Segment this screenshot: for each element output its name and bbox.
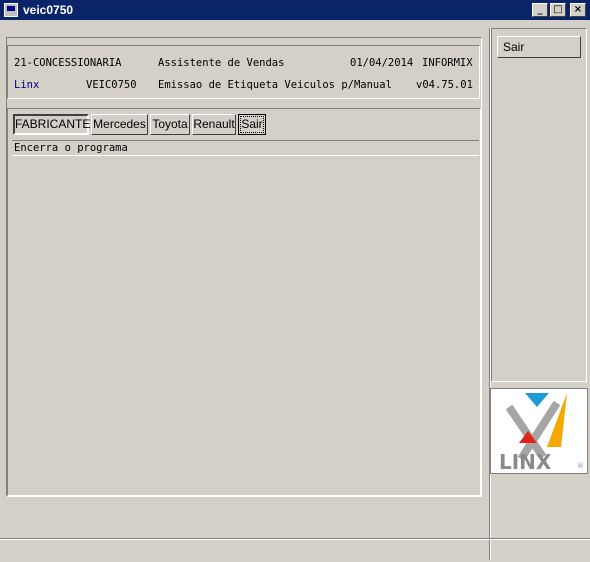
menu-mercedes[interactable]: Mercedes	[91, 114, 148, 135]
program-description: Emissao de Etiqueta Veiculos p/Manual	[158, 79, 392, 91]
menu-sair[interactable]: Sair	[238, 114, 266, 135]
menu-fabricante[interactable]: FABRICANTE	[13, 114, 90, 135]
current-date: 01/04/2014	[350, 57, 414, 69]
program-code: VEIC0750	[86, 79, 137, 91]
maximize-button[interactable]: □	[550, 3, 566, 17]
linx-logo-text: LINX	[499, 450, 552, 473]
linx-logo-graphic: LINX ®	[499, 393, 584, 474]
menu-toyota[interactable]: Toyota	[150, 114, 190, 135]
database-name: INFORMIX	[422, 57, 473, 69]
content-panel	[7, 108, 481, 496]
registered-mark: ®	[577, 462, 584, 470]
menu-renault[interactable]: Renault	[192, 114, 236, 135]
window-caption-buttons: _ □ ×	[532, 3, 586, 17]
help-status-line: Encerra o programa	[12, 140, 479, 156]
module-name: Assistente de Vendas	[158, 57, 285, 69]
company-name: 21-CONCESSIONARIA	[14, 57, 122, 69]
window-title: veic0750	[23, 3, 74, 17]
sair-button[interactable]: Sair	[497, 36, 581, 58]
window-titlebar[interactable]: veic0750 _ □ ×	[0, 0, 590, 20]
minimize-button[interactable]: _	[532, 3, 548, 17]
right-panel	[491, 28, 587, 382]
program-version: v04.75.01	[416, 79, 473, 91]
linx-logo: LINX ®	[490, 388, 588, 474]
close-button[interactable]: ×	[570, 3, 586, 17]
brand-link: Linx	[14, 79, 40, 91]
app-window-icon	[4, 3, 18, 17]
bottom-strip-divider	[0, 538, 590, 540]
